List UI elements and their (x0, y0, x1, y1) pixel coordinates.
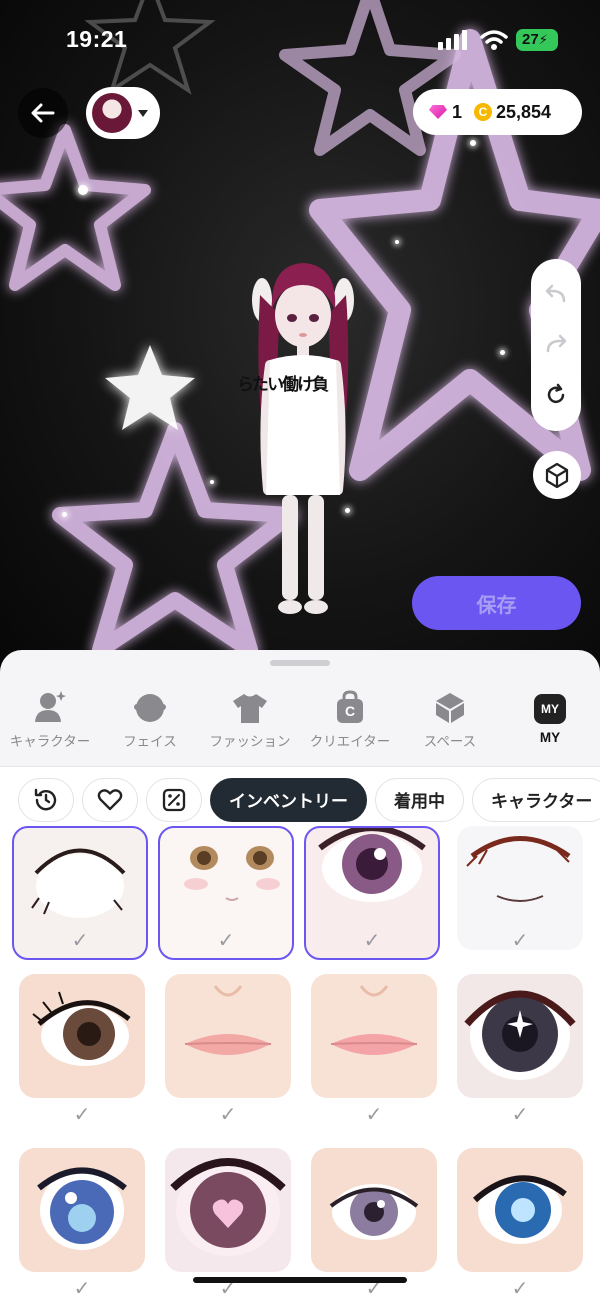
tab-label: キャラクター (9, 734, 91, 749)
reset-icon[interactable] (544, 383, 568, 407)
item-lips-pink-1[interactable] (165, 974, 291, 1098)
owned-check-icon: ✓ (71, 930, 89, 952)
item-eye-blue-anime[interactable] (19, 1148, 145, 1272)
tab-space[interactable]: スペース (400, 688, 500, 758)
tab-my[interactable]: MY MY (500, 688, 600, 758)
coin-icon: C (474, 103, 493, 121)
owned-check-icon: ✓ (511, 1278, 529, 1298)
status-bar: 19:21 27⚡ (0, 0, 600, 80)
character-icon (35, 691, 66, 722)
item-eye-dark-sparkle[interactable] (457, 974, 583, 1098)
tab-label: クリエイター (309, 734, 391, 749)
charging-bolt-icon: ⚡ (538, 32, 548, 47)
owned-check-icon: ✓ (219, 1104, 237, 1126)
cube-icon (545, 462, 569, 488)
currency-balance[interactable]: 1 C 25,854 (413, 89, 582, 135)
filter-chips: インベントリー 着用中 キャラクター (0, 766, 600, 832)
sheet-grabber[interactable] (270, 660, 330, 666)
tab-label: フェイス (123, 734, 177, 749)
battery-level: 27 (522, 31, 539, 48)
eye-thumbnail (464, 990, 576, 1080)
battery-indicator: 27⚡ (516, 29, 558, 51)
avatar-selector[interactable] (86, 87, 160, 139)
item-eye-brown-lashes[interactable] (19, 974, 145, 1098)
avatar-thumbnail (92, 93, 132, 133)
eye-thumbnail (32, 991, 131, 1066)
owned-check-icon: ✓ (363, 930, 381, 952)
tab-face[interactable]: フェイス (100, 688, 200, 758)
item-eye-lavender[interactable] (311, 1148, 437, 1272)
arrow-left-icon (31, 103, 55, 123)
my-badge-icon: MY (534, 694, 566, 724)
category-tabs: キャラクター フェイス ファッション C クリエイター スペース MY MY (0, 688, 600, 758)
heart-icon (97, 788, 123, 810)
tab-creator[interactable]: C クリエイター (300, 688, 400, 758)
shirt-print: 負 け 働 い た ら (234, 375, 328, 392)
customization-sheet: キャラクター フェイス ファッション C クリエイター スペース MY MY イ… (0, 650, 600, 1298)
creator-badge: C (344, 703, 356, 719)
undo-icon[interactable] (544, 283, 568, 305)
home-indicator (193, 1277, 407, 1283)
eye-thumbnail (473, 1175, 567, 1244)
tab-label: ファッション (209, 734, 291, 749)
cube-icon (436, 693, 464, 723)
owned-check-icon: ✓ (217, 930, 235, 952)
coin-count: 25,854 (496, 101, 552, 122)
history-icon (34, 788, 57, 810)
avatar-character[interactable]: 負 け 働 い た ら (234, 255, 370, 625)
owned-check-icon: ✓ (73, 1104, 91, 1126)
view-3d-button[interactable] (533, 451, 581, 499)
redo-icon[interactable] (544, 333, 568, 355)
face-icon (134, 694, 166, 722)
item-eye-heart-pink[interactable] (165, 1148, 291, 1272)
tab-character[interactable]: キャラクター (0, 688, 100, 758)
lips-thumbnail (330, 985, 418, 1055)
history-filter[interactable] (18, 777, 74, 822)
wifi-icon (480, 30, 508, 50)
favorites-filter[interactable] (82, 777, 138, 822)
caret-down-icon (138, 109, 148, 117)
owned-check-icon: ✓ (511, 930, 529, 952)
tab-label: MY (539, 730, 561, 745)
save-button[interactable]: 保存 (412, 576, 581, 630)
owned-check-icon: ✓ (511, 1104, 529, 1126)
owned-check-icon: ✓ (365, 1104, 383, 1126)
item-grid: ✓ ✓ ✓ ✓ ✓ ✓ ✓ ✓ ✓ ✓ ✓ ✓ (0, 826, 600, 1298)
tab-fashion[interactable]: ファッション (200, 688, 300, 758)
eye-thumbnail (329, 1184, 419, 1240)
tab-label: スペース (423, 734, 477, 749)
eye-thumbnail (37, 1167, 127, 1250)
owned-check-icon: ✓ (73, 1278, 91, 1298)
signal-icon (438, 30, 467, 50)
item-lips-pink-2[interactable] (311, 974, 437, 1098)
item-eye-blue-bright[interactable] (457, 1148, 583, 1272)
coupon-icon (162, 788, 186, 811)
character-chip[interactable]: キャラクター (472, 777, 600, 822)
inventory-chip[interactable]: インベントリー (210, 777, 367, 822)
gem-count: 1 (452, 101, 463, 122)
status-time: 19:21 (66, 26, 128, 52)
coupon-filter[interactable] (146, 777, 202, 822)
gem-icon (429, 105, 447, 119)
back-button[interactable] (18, 88, 68, 138)
lips-thumbnail (184, 985, 272, 1055)
wearing-chip[interactable]: 着用中 (375, 777, 464, 822)
edit-toolbar (531, 259, 581, 431)
eye-thumbnail (170, 1158, 286, 1256)
tshirt-icon (233, 694, 267, 723)
